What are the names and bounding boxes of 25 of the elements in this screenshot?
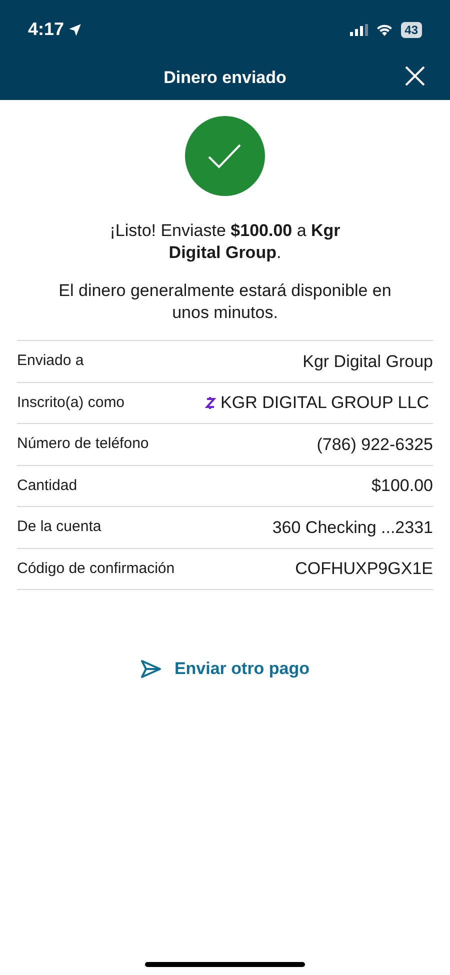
detail-label: De la cuenta bbox=[17, 517, 102, 537]
signal-icon bbox=[350, 24, 368, 36]
detail-label: Código de confirmación bbox=[17, 558, 175, 578]
close-icon bbox=[404, 65, 426, 87]
zelle-icon bbox=[204, 396, 217, 410]
detail-value: Kgr Digital Group bbox=[302, 350, 433, 372]
detail-label: Número de teléfono bbox=[17, 434, 149, 454]
detail-value: (786) 922-6325 bbox=[316, 434, 433, 456]
status-time: 4:17 bbox=[28, 18, 64, 41]
detail-value: COFHUXP9GX1E bbox=[295, 558, 433, 580]
wifi-icon bbox=[376, 24, 393, 36]
detail-value: $100.00 bbox=[372, 475, 433, 497]
send-icon bbox=[140, 658, 162, 679]
detail-value: KGR DIGITAL GROUP LLC bbox=[220, 392, 430, 414]
detail-value: 360 Checking ...2331 bbox=[272, 516, 433, 538]
detail-label: Cantidad bbox=[17, 476, 78, 496]
detail-label: Inscrito(a) como bbox=[17, 392, 125, 412]
detail-label: Enviado a bbox=[17, 351, 84, 371]
location-arrow-icon bbox=[68, 22, 82, 36]
screen-title: Dinero enviado bbox=[164, 66, 286, 89]
success-message: ¡Listo! Enviaste $100.00 a Kgr Digital Group. bbox=[108, 220, 342, 264]
availability-note: El dinero generalmente estará disponible en unos minutos. bbox=[58, 280, 392, 324]
send-another-payment-link[interactable]: Enviar otro pago bbox=[140, 656, 310, 682]
success-check-icon bbox=[185, 116, 265, 196]
battery-level: 43 bbox=[400, 22, 422, 38]
